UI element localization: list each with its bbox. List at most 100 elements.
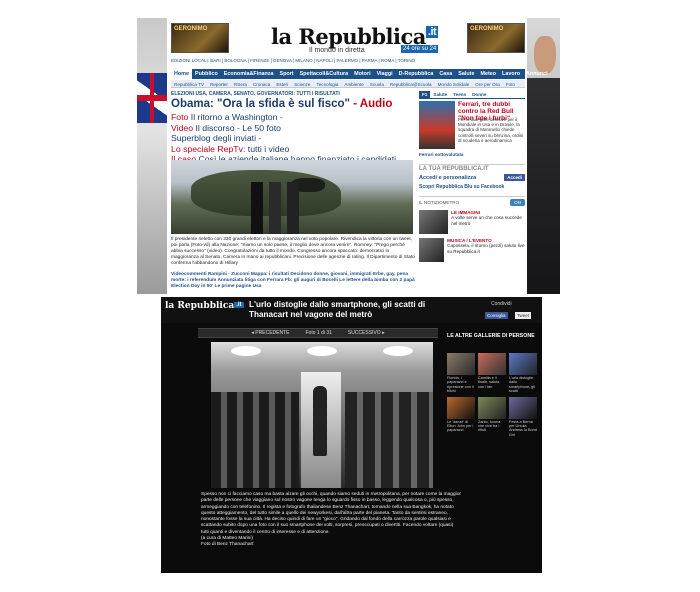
photo-caption: Il presidente rieletto con 330 grandi el… xyxy=(171,237,415,266)
subnav-item[interactable]: Cronaca xyxy=(250,80,273,87)
f1-link[interactable]: Ferrari sottovalutata xyxy=(419,152,463,157)
nav-item[interactable]: Meteo xyxy=(477,69,499,79)
sublink-red[interactable]: Video xyxy=(171,123,193,133)
gallery-card[interactable]: Camilla e il finale, saluta con i fan xyxy=(478,353,506,394)
sublink-text[interactable]: Superblog degli inviati - xyxy=(171,133,261,143)
subnav-item[interactable]: Scuola xyxy=(367,80,387,87)
sublink-red[interactable]: Lo speciale RepTv xyxy=(171,144,243,154)
nav-item[interactable]: Casa xyxy=(436,69,455,79)
sublink-red[interactable]: Foto xyxy=(171,112,188,122)
f1-text: Per le due gare decisive per il Mondiale… xyxy=(458,117,524,143)
nav-item[interactable]: Spettacoli&Cultura xyxy=(297,69,352,79)
gallery-caption: Florida, i paparazzi e ripresione con il… xyxy=(447,376,474,394)
sublink-text[interactable]: : tutti i video xyxy=(243,144,289,154)
gallery-logo[interactable]: la Repubblica .it xyxy=(165,301,244,311)
subnav-item[interactable]: Mondo Solidale xyxy=(435,80,473,87)
mini-desc-2: Capossela, il ritorno (pezzi) saluto liv… xyxy=(447,243,525,254)
prev-button[interactable]: ◂ PRECEDENTE xyxy=(251,330,289,336)
background-right-image xyxy=(527,18,560,294)
related-links[interactable]: Videocommenti Rampini · Zucconi Mappa: i… xyxy=(171,272,415,290)
gallery-caption: Camilla e il finale, saluta con i fan xyxy=(478,376,500,389)
f1-thumbnail[interactable] xyxy=(419,101,455,149)
subnav-item[interactable]: Ambiente xyxy=(341,80,366,87)
sublink-line[interactable]: Superblog degli inviati - xyxy=(171,133,415,144)
ad-banner-left[interactable]: GERONIMO xyxy=(171,23,229,53)
notiziometro-label: IL NOTIZIOMETRO xyxy=(419,200,460,205)
photo-counter: Foto 1 di 31 xyxy=(305,330,332,336)
subnav-item[interactable]: RSera xyxy=(231,80,250,87)
f1-box: Ferrari, tre dubbi contro la Red Bull "N… xyxy=(419,101,525,161)
sublink-line[interactable]: Foto Il ritorno a Washington - xyxy=(171,112,415,123)
notiziometro-toggle[interactable]: ON xyxy=(510,199,525,206)
gallery-thumb xyxy=(509,396,537,419)
nav-item[interactable]: Salute xyxy=(455,69,477,79)
gallery-page: la Repubblica .it L'urlo distoglie dallo … xyxy=(161,297,542,573)
main-nav: Home Pubblico Economia&Finanza Sport Spettac… xyxy=(171,69,548,79)
nav-item[interactable]: Viaggi xyxy=(374,69,396,79)
other-galleries-title: LE ALTRE GALLERIE DI PERSONE xyxy=(447,333,535,339)
nav-item[interactable]: Lavoro xyxy=(499,69,523,79)
login-link[interactable]: Accedi e personalizza xyxy=(419,175,476,181)
notiziometro-row: IL NOTIZIOMETRO ON xyxy=(419,196,525,206)
subnav-item[interactable]: Scienze xyxy=(291,80,313,87)
background-left-image xyxy=(137,18,167,294)
tweet-button[interactable]: Tweet xyxy=(515,312,532,319)
tab-donne[interactable]: Donne xyxy=(469,91,489,98)
subnav-item[interactable]: Repubblica TV xyxy=(171,80,207,87)
tab-teens[interactable]: Teens xyxy=(450,91,469,98)
nav-item[interactable]: Home xyxy=(171,69,192,79)
subnav-item[interactable]: Tecnologia xyxy=(313,80,341,87)
gallery-card[interactable]: L'urlo distoglie dallo smartphone, gli s… xyxy=(509,353,537,394)
mini-text-1: LE IMMAGINI A volte serve un che cosa suc… xyxy=(451,210,525,234)
tab-f1[interactable]: F1 xyxy=(419,91,431,98)
gallery-caption: L'urlo distoglie dallo smartphone, gli s… xyxy=(509,376,535,394)
nav-item[interactable]: Sport xyxy=(276,69,296,79)
mini-item-immagini[interactable]: LE IMMAGINI A volte serve un che cosa suc… xyxy=(419,210,525,234)
subnav-item[interactable]: Ore per Ora xyxy=(472,80,503,87)
sublink-text[interactable]: Il discorso - Le 50 foto xyxy=(193,123,280,133)
facebook-login-button[interactable]: Accedi xyxy=(504,174,525,181)
facebook-like-button[interactable]: Consiglia xyxy=(485,312,508,319)
nav-item[interactable]: Economia&Finanza xyxy=(221,69,277,79)
subnav-item[interactable]: Repubblica@Scuola xyxy=(387,80,435,87)
headline-audio-link[interactable]: - Audio xyxy=(350,98,392,110)
subnav-item[interactable]: Esteri xyxy=(273,80,291,87)
main-headline[interactable]: Obama: "Ora la sfida è sul fisco" - Audi… xyxy=(171,98,392,110)
nav-item[interactable]: Motori xyxy=(351,69,373,79)
homepage-main: GERONIMO GERONIMO la Repubblica .it Il mo… xyxy=(169,18,548,294)
tab-salute[interactable]: Salute xyxy=(430,91,450,98)
nav-item[interactable]: Pubblico xyxy=(192,69,221,79)
gallery-thumb xyxy=(447,353,475,375)
kicker[interactable]: ELEZIONI USA, CAMERA, SENATO, GOVERNATOR… xyxy=(171,91,340,97)
headline-text: Obama: "Ora la sfida è sul fisco" xyxy=(171,98,350,110)
mini-label-2: MUSICA / L'EVENTO xyxy=(447,238,492,243)
gallery-card[interactable]: Festa a Berna per Ursula Andress la Bond… xyxy=(509,396,537,438)
sublink-line[interactable]: Lo speciale RepTv: tutti i video xyxy=(171,144,415,155)
local-editions[interactable]: EDIZIONI LOCALI: BARI | BOLOGNA | FIRENZ… xyxy=(171,58,415,63)
nav-item[interactable]: D-Repubblica xyxy=(396,69,437,79)
gallery-header: la Repubblica .it L'urlo distoglie dallo … xyxy=(161,297,542,323)
gallery-card[interactable]: Le 'danze' di Elton John per i paparazzi xyxy=(447,396,475,438)
mini-thumb-1 xyxy=(419,210,449,234)
mini-desc-1: A volte serve un che cosa succede nel me… xyxy=(451,215,522,226)
sublink-text[interactable]: Il ritorno a Washington - xyxy=(188,112,283,122)
metro-photo[interactable] xyxy=(211,342,433,488)
subnav-item[interactable]: Foto xyxy=(503,80,518,87)
main-photo[interactable] xyxy=(171,160,413,234)
gallery-card[interactable]: Zarko, fuoma che vive tra i rifiuti xyxy=(478,396,506,438)
subnav-item[interactable]: Reporter xyxy=(207,80,231,87)
sublink-line[interactable]: Video Il discorso - Le 50 foto xyxy=(171,123,415,134)
gallery-description: Spesso non ci facciamo caso ma basta alz… xyxy=(201,492,461,549)
nav-item[interactable]: Annunci xyxy=(523,69,551,79)
repubblica-blu-link[interactable]: Scopri Repubblica Blu su Facebook xyxy=(419,184,525,190)
badge-24h: 24 ore su 24 xyxy=(401,45,439,53)
description-body: Spesso non ci facciamo caso ma basta alz… xyxy=(201,492,461,535)
mini-item-musica[interactable]: MUSICA / L'EVENTO Capossela, il ritorno (… xyxy=(419,238,525,262)
next-button[interactable]: SUCCESSIVO ▸ xyxy=(348,330,385,336)
gallery-card[interactable]: Florida, i paparazzi e ripresione con il… xyxy=(447,353,475,394)
gallery-thumb xyxy=(478,353,506,375)
gallery-logo-text: la Repubblica xyxy=(165,301,235,311)
sidebar-tabs: F1 Salute Teens Donne xyxy=(419,91,525,99)
gallery-caption: Festa a Berna per Ursula Andress la Bond… xyxy=(509,419,537,437)
ad-banner-right[interactable]: GERONIMO xyxy=(467,23,525,53)
